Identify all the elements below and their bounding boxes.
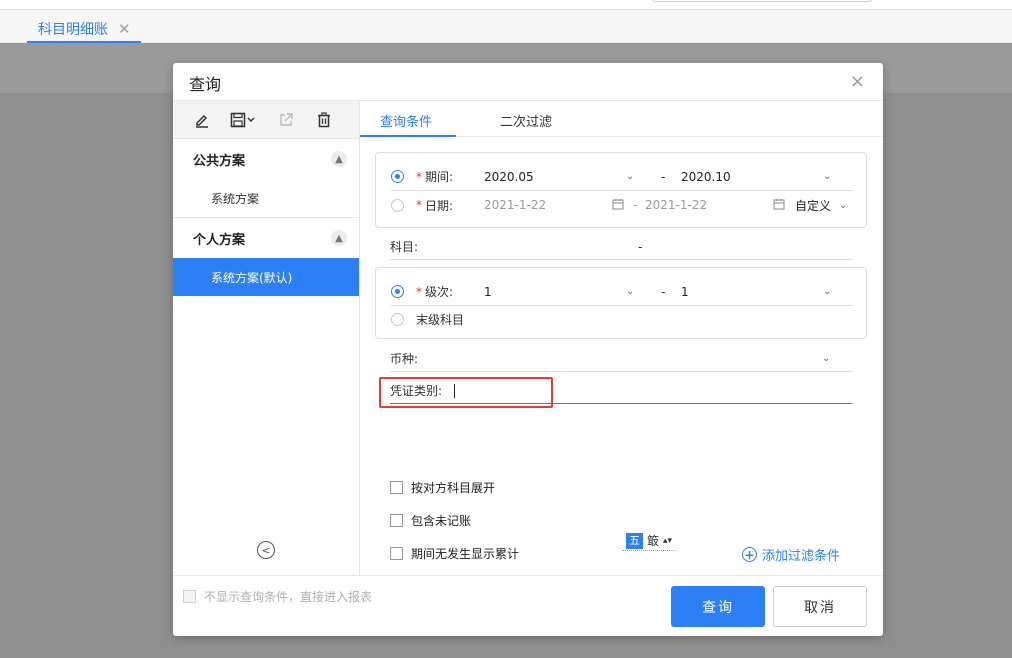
skip-conditions-label: 不显示查询条件，直接进入报表 bbox=[204, 590, 373, 604]
dialog-footer: 不显示查询条件，直接进入报表 查询 取消 bbox=[173, 575, 883, 636]
checkbox[interactable] bbox=[390, 546, 403, 560]
close-icon[interactable]: × bbox=[850, 71, 865, 92]
chevron-down-icon[interactable]: ⌄ bbox=[626, 171, 634, 182]
scheme-toolbar bbox=[173, 101, 359, 139]
level-separator: - bbox=[661, 284, 666, 299]
ime-status-bar[interactable]: 五 箃 ▴▾ bbox=[622, 531, 677, 551]
page-tab-bar: 科目明细账 ✕ bbox=[0, 10, 1012, 43]
date-row: * 日期: 2021-1-22 - 2021-1-22 自定义 ⌄ bbox=[391, 191, 853, 219]
level-from-select[interactable]: 1 bbox=[484, 285, 492, 299]
query-button[interactable]: 查询 bbox=[671, 586, 765, 627]
share-icon[interactable] bbox=[275, 109, 297, 131]
leaf-subject-radio[interactable] bbox=[391, 312, 404, 326]
leaf-subject-row: 末级科目 bbox=[391, 305, 853, 333]
level-radio[interactable] bbox=[391, 285, 404, 298]
chevron-down-icon[interactable]: ⌄ bbox=[823, 286, 831, 297]
floppy-icon[interactable] bbox=[229, 109, 259, 131]
required-mark: * bbox=[416, 169, 422, 184]
dialog-title: 查询 bbox=[189, 75, 222, 94]
scheme-item-system-default[interactable]: 系统方案(默认) bbox=[173, 258, 359, 296]
date-from-input[interactable]: 2021-1-22 bbox=[484, 198, 546, 212]
plus-circle-icon: + bbox=[742, 547, 757, 562]
cancel-button[interactable]: 取消 bbox=[773, 586, 867, 627]
calendar-icon[interactable] bbox=[612, 198, 624, 213]
trash-icon[interactable] bbox=[313, 109, 335, 131]
scheme-panel: 公共方案 ▲ 系统方案 个人方案 ▲ 系统方案(默认) < bbox=[173, 101, 360, 575]
subject-field[interactable]: 科目: - bbox=[390, 234, 852, 260]
checkbox[interactable] bbox=[183, 590, 196, 603]
option-label: 按对方科目展开 bbox=[411, 480, 496, 495]
ime-glyph[interactable]: 箃 bbox=[647, 532, 659, 549]
chevron-up-icon[interactable]: ▲ bbox=[331, 151, 347, 167]
chevron-down-icon[interactable]: ⌄ bbox=[839, 200, 847, 211]
add-filter-label: 添加过滤条件 bbox=[762, 549, 841, 564]
leaf-subject-label: 末级科目 bbox=[416, 312, 465, 327]
date-preset-select[interactable]: 自定义 bbox=[795, 197, 831, 214]
option-include-unposted[interactable]: 包含未记账 bbox=[390, 510, 471, 530]
ime-menu-icon[interactable]: ▴▾ bbox=[663, 536, 672, 546]
checkbox[interactable] bbox=[390, 480, 403, 494]
chevron-down-icon[interactable]: ⌄ bbox=[626, 286, 634, 297]
public-scheme-group[interactable]: 公共方案 ▲ bbox=[173, 139, 359, 179]
level-label: 级次: bbox=[425, 285, 454, 299]
chevron-down-icon[interactable]: ⌄ bbox=[823, 171, 831, 182]
personal-scheme-title: 个人方案 bbox=[193, 232, 246, 248]
global-search-input[interactable] bbox=[652, 0, 872, 2]
period-separator: - bbox=[661, 169, 666, 184]
period-date-box: * 期间: 2020.05 ⌄ - 2020.10 ⌄ * 日期: 2021-1… bbox=[375, 152, 867, 228]
period-from-select[interactable]: 2020.05 bbox=[484, 170, 534, 184]
skip-conditions-option[interactable]: 不显示查询条件，直接进入报表 bbox=[183, 588, 372, 605]
query-tabs: 查询条件 二次过滤 bbox=[360, 101, 883, 137]
query-panel: 查询条件 二次过滤 * 期间: 2020.05 ⌄ - 2020.10 ⌄ * … bbox=[360, 101, 883, 575]
ime-mode[interactable]: 五 bbox=[626, 532, 643, 549]
app-top-bar bbox=[0, 0, 1012, 10]
tab-secondary-filter[interactable]: 二次过滤 bbox=[500, 111, 552, 130]
option-expand-counter-subject[interactable]: 按对方科目展开 bbox=[390, 477, 495, 497]
page-tab-subject-ledger[interactable]: 科目明细账 ✕ bbox=[27, 16, 141, 43]
required-mark: * bbox=[416, 198, 422, 212]
close-icon[interactable]: ✕ bbox=[118, 20, 131, 38]
required-mark: * bbox=[416, 284, 422, 299]
pencil-icon[interactable] bbox=[191, 109, 213, 131]
focus-highlight-box bbox=[379, 377, 553, 408]
tab-query-conditions[interactable]: 查询条件 bbox=[380, 111, 432, 130]
chevron-up-icon[interactable]: ▲ bbox=[331, 230, 347, 246]
date-label: 日期: bbox=[425, 198, 454, 213]
period-label: 期间: bbox=[425, 170, 454, 184]
option-label: 包含未记账 bbox=[411, 513, 472, 528]
level-row: * 级次: 1 ⌄ - 1 ⌄ bbox=[391, 278, 853, 306]
add-filter-button[interactable]: + 添加过滤条件 bbox=[742, 545, 840, 564]
option-label: 期间无发生显示累计 bbox=[411, 546, 520, 561]
subject-label: 科目: bbox=[390, 240, 419, 254]
dialog-header: 查询 × bbox=[173, 63, 883, 101]
date-radio[interactable] bbox=[391, 198, 404, 212]
scheme-item-system[interactable]: 系统方案 bbox=[173, 179, 359, 217]
level-box: * 级次: 1 ⌄ - 1 ⌄ 末级科目 bbox=[375, 267, 867, 339]
collapse-panel-icon[interactable]: < bbox=[257, 541, 275, 559]
public-scheme-title: 公共方案 bbox=[193, 153, 246, 169]
page-tab-label: 科目明细账 bbox=[38, 21, 108, 38]
currency-select[interactable]: 币种: ⌄ bbox=[390, 346, 852, 372]
date-separator: - bbox=[633, 198, 638, 212]
active-tab-indicator bbox=[360, 135, 456, 137]
subject-separator: - bbox=[638, 239, 643, 254]
chevron-down-icon[interactable]: ⌄ bbox=[822, 353, 830, 364]
query-dialog: 查询 × 公共方案 ▲ 系统方案 个人方案 ▲ 系统方案(默认) < 查询条件 … bbox=[173, 63, 883, 636]
level-to-select[interactable]: 1 bbox=[681, 285, 689, 299]
date-to-input[interactable]: 2021-1-22 bbox=[645, 198, 707, 212]
period-to-select[interactable]: 2020.10 bbox=[681, 170, 731, 184]
checkbox[interactable] bbox=[390, 513, 403, 527]
currency-label: 币种: bbox=[390, 352, 419, 366]
personal-scheme-group[interactable]: 个人方案 ▲ bbox=[173, 218, 359, 258]
period-row: * 期间: 2020.05 ⌄ - 2020.10 ⌄ bbox=[391, 163, 853, 191]
period-radio[interactable] bbox=[391, 170, 404, 183]
calendar-icon[interactable] bbox=[773, 198, 785, 213]
option-show-cumulative[interactable]: 期间无发生显示累计 bbox=[390, 543, 519, 563]
